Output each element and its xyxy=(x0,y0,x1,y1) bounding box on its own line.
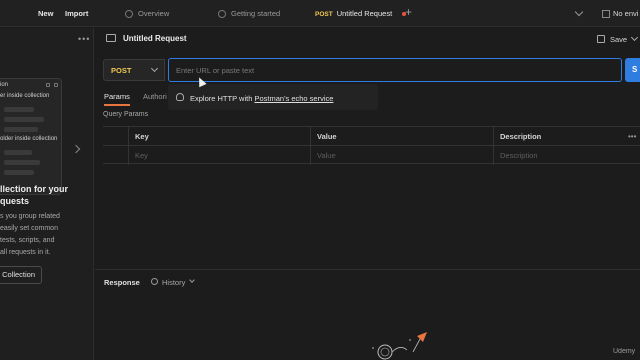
body-line: all requests in it. xyxy=(0,249,51,256)
request-icon xyxy=(106,34,116,42)
sidebar-more-icon[interactable]: ••• xyxy=(78,34,90,44)
suggestion-prefix: Explore HTTP with xyxy=(190,94,255,103)
tab-label: Getting started xyxy=(231,9,281,18)
request-workspace: Untitled Request Save POST S Params Auth… xyxy=(95,28,640,360)
column-description: Description xyxy=(493,127,628,146)
response-title: Response xyxy=(104,278,140,287)
sidebar: ••• ion er inside collection older insid… xyxy=(0,28,94,360)
save-button[interactable]: Save xyxy=(610,35,627,44)
table-more-icon[interactable]: ••• xyxy=(628,127,636,146)
empty-state-body: s you group related easily set common te… xyxy=(0,211,94,259)
params-table: Key Value Description ••• Key Value Desc… xyxy=(103,126,640,165)
url-suggestion-dropdown[interactable]: Explore HTTP with Postman's echo service xyxy=(168,84,378,110)
method-select[interactable]: POST xyxy=(103,59,165,81)
tabs-chevron-down-icon[interactable] xyxy=(574,7,584,17)
body-line: easily set common xyxy=(0,225,58,232)
illus-placeholder-bar xyxy=(4,127,38,132)
environment-selector[interactable]: No envi xyxy=(602,0,638,27)
illus-subfolder-label: older inside collection xyxy=(0,136,58,142)
chevron-right-icon xyxy=(71,144,81,154)
request-title[interactable]: Untitled Request xyxy=(123,34,187,43)
query-params-label: Query Params xyxy=(103,111,149,118)
column-value: Value xyxy=(310,127,492,146)
illus-mini-icon xyxy=(54,83,58,87)
new-tab-plus-icon[interactable]: + xyxy=(405,5,412,19)
title-line: quests xyxy=(0,196,30,206)
astronaut-illustration-icon xyxy=(372,332,427,360)
illus-folder-label: er inside collection xyxy=(0,93,50,99)
new-button[interactable]: New xyxy=(34,7,57,20)
illus-placeholder-bar xyxy=(4,170,34,175)
empty-state-title: llection for your quests xyxy=(0,183,94,207)
illus-mini-icon xyxy=(46,83,50,87)
tab-method-badge: POST xyxy=(315,11,333,18)
url-input[interactable] xyxy=(168,58,622,82)
suggestion-text: Explore HTTP with Postman's echo service xyxy=(190,94,333,103)
tab-authorization[interactable]: Authori xyxy=(143,92,167,101)
top-bar: New Import Overview Getting started POST… xyxy=(0,0,640,27)
illus-placeholder-bar xyxy=(4,117,44,122)
title-line: llection for your xyxy=(0,184,69,194)
lightbulb-icon xyxy=(176,93,184,101)
getting-started-icon xyxy=(218,10,226,19)
echo-service-link[interactable]: Postman's echo service xyxy=(254,94,333,103)
value-input[interactable]: Value xyxy=(310,146,492,165)
tab-params[interactable]: Params xyxy=(104,92,130,106)
history-icon[interactable] xyxy=(151,278,158,285)
create-collection-button[interactable]: Collection xyxy=(0,266,42,284)
history-chevron-down-icon[interactable] xyxy=(189,277,195,283)
body-line: s you group related xyxy=(0,213,60,220)
collection-illustration: ion er inside collection older inside co… xyxy=(0,78,62,195)
environment-label: No envi xyxy=(613,9,639,18)
column-key: Key xyxy=(128,127,308,146)
send-button[interactable]: S xyxy=(625,58,640,82)
environment-icon xyxy=(602,10,610,19)
overview-icon xyxy=(125,10,133,19)
table-row: Key Value Description xyxy=(103,146,640,165)
tab-label: Overview xyxy=(138,9,170,18)
tab-getting-started[interactable]: Getting started xyxy=(218,0,280,27)
illus-placeholder-bar xyxy=(4,107,34,112)
table-header-row: Key Value Description ••• xyxy=(103,127,640,146)
illus-placeholder-bar xyxy=(4,150,32,155)
tab-label: Untitled Request xyxy=(336,9,393,18)
udemy-watermark: Udemy xyxy=(613,348,636,355)
key-input[interactable]: Key xyxy=(128,146,308,165)
tab-untitled-request[interactable]: POST Untitled Request xyxy=(315,0,407,27)
illus-placeholder-bar xyxy=(4,160,40,165)
response-panel: Response History xyxy=(95,269,640,360)
save-icon[interactable] xyxy=(597,35,605,43)
import-button[interactable]: Import xyxy=(61,7,92,20)
method-chevron-down-icon xyxy=(150,64,159,73)
tab-overview[interactable]: Overview xyxy=(125,0,169,27)
history-button[interactable]: History xyxy=(162,278,185,287)
method-value: POST xyxy=(111,66,132,75)
illus-collection-label: ion xyxy=(0,82,9,88)
description-input[interactable]: Description xyxy=(493,146,640,165)
save-chevron-down-icon[interactable] xyxy=(630,33,639,42)
body-line: tests, scripts, and xyxy=(0,237,55,244)
